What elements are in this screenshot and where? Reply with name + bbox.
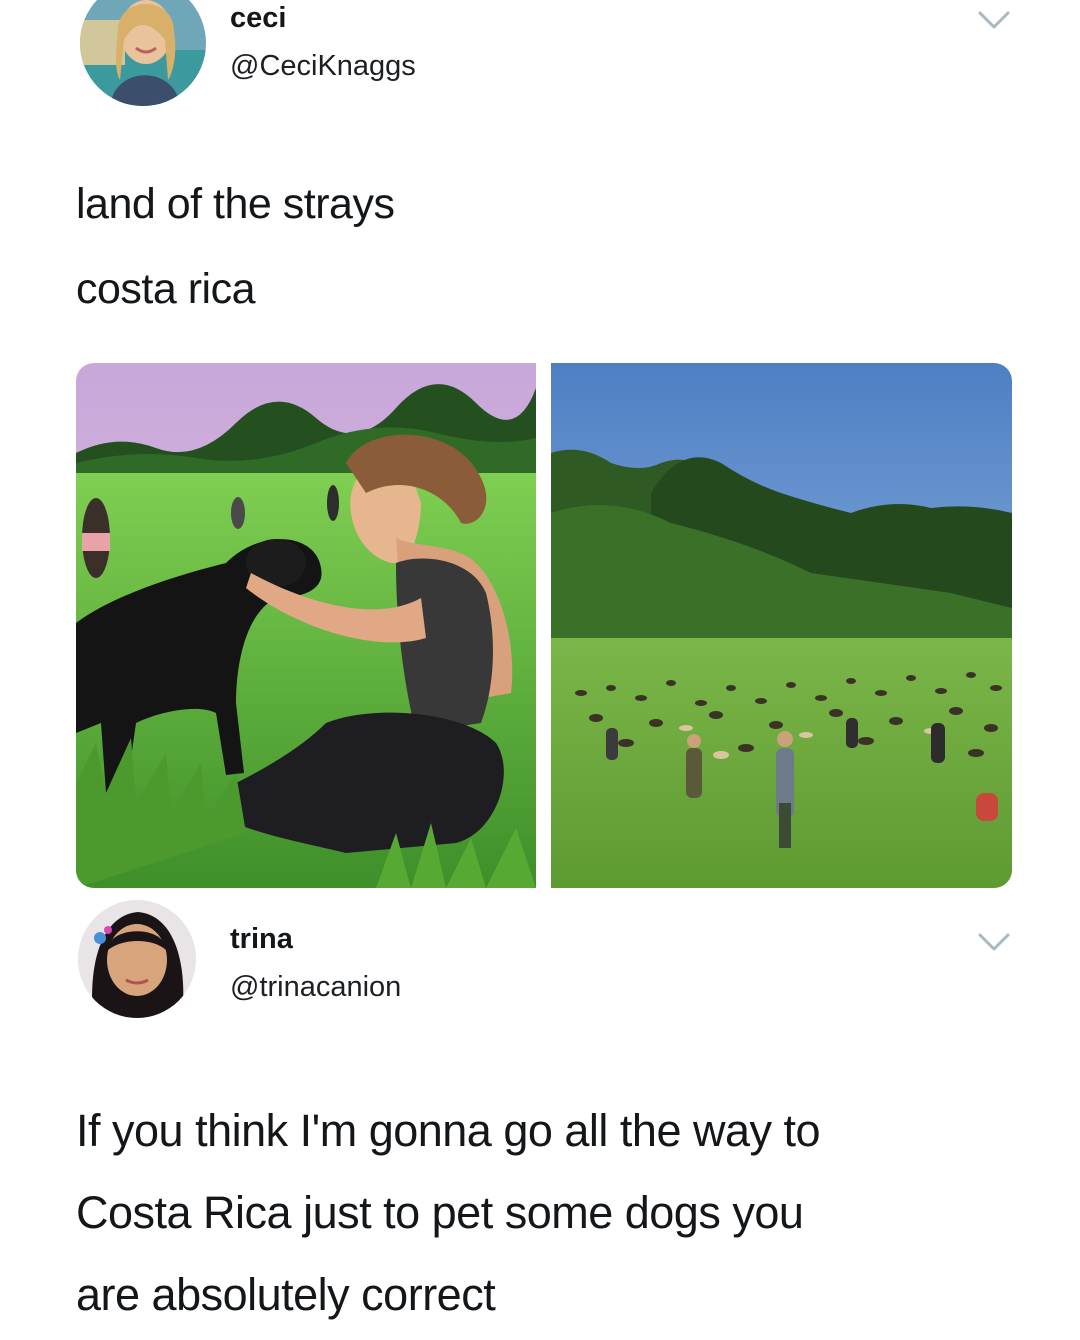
avatar-ceci[interactable] — [80, 0, 206, 106]
user-handle[interactable]: @CeciKnaggs — [230, 50, 416, 83]
tweet-text-line: costa rica — [76, 265, 256, 313]
user-handle[interactable]: @trinacanion — [230, 971, 401, 1004]
tweet-trina: trina @trinacanion If you think I'm gonn… — [0, 890, 1080, 1340]
tweet-text-line: are absolutely correct — [76, 1269, 496, 1320]
tweet-ceci: ceci @CeciKnaggs land of the strays cost… — [0, 0, 1080, 900]
display-name[interactable]: trina — [230, 923, 293, 956]
photo-woman-with-dog[interactable] — [76, 363, 536, 888]
photo-field-of-strays[interactable] — [551, 363, 1012, 888]
tweet-text-line: land of the strays — [76, 180, 395, 228]
display-name[interactable]: ceci — [230, 2, 286, 35]
tweet-text-line: If you think I'm gonna go all the way to — [76, 1105, 821, 1156]
tweet-media[interactable] — [76, 363, 1012, 888]
tweet-text: If you think I'm gonna go all the way to… — [76, 1090, 1016, 1336]
tweet-text-line: Costa Rica just to pet some dogs you — [76, 1187, 804, 1238]
chevron-down-icon[interactable] — [976, 8, 1012, 32]
chevron-down-icon[interactable] — [976, 930, 1012, 954]
avatar-trina[interactable] — [78, 900, 196, 1018]
